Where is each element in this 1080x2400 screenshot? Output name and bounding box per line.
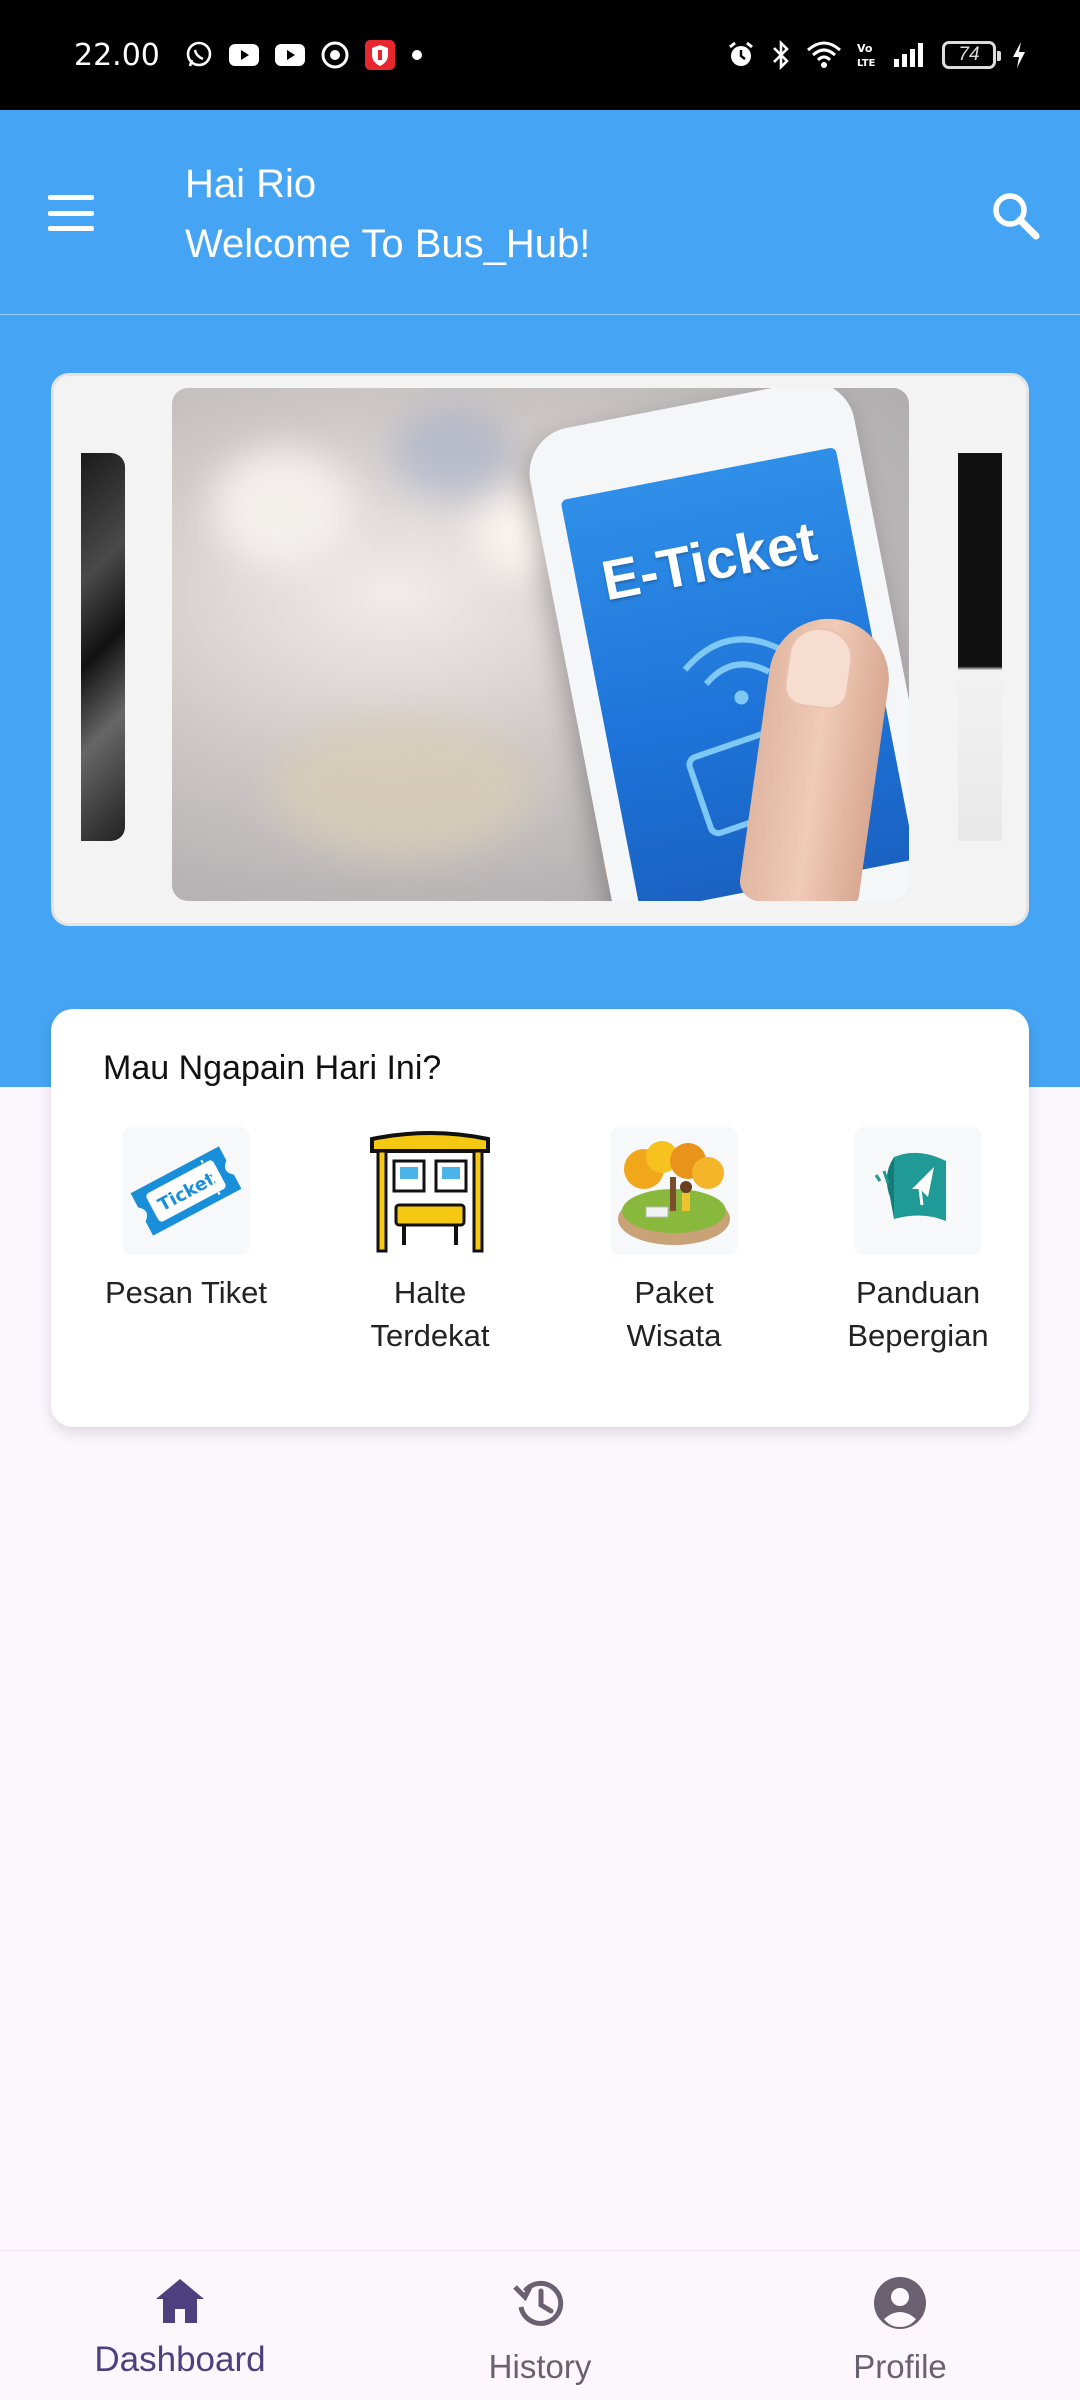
signal-icon	[892, 41, 928, 69]
tour-package-icon	[610, 1127, 738, 1255]
charging-icon	[1010, 40, 1028, 70]
option-panduan-bepergian[interactable]: Panduan Bepergian	[823, 1127, 1013, 1357]
search-icon[interactable]	[988, 188, 1044, 244]
app-bar: Hai Rio Welcome To Bus_Hub!	[0, 110, 1080, 315]
nav-label: Profile	[853, 2348, 947, 2385]
bottom-navigation: Dashboard History Profile	[0, 2250, 1080, 2400]
status-time: 22.00	[74, 37, 160, 73]
option-label: Paket Wisata	[626, 1275, 722, 1353]
carousel-current-slide[interactable]: E-Ticket	[172, 388, 909, 901]
status-bar: 22.00 Vo LTE 74	[0, 0, 1080, 110]
whatsapp-icon	[184, 40, 214, 70]
home-icon	[152, 2275, 208, 2332]
account-circle-icon	[872, 2275, 928, 2336]
travel-guide-icon	[854, 1127, 982, 1255]
option-halte-terdekat[interactable]: Halte Terdekat	[335, 1127, 525, 1357]
shield-app-icon	[364, 39, 396, 71]
app-icon	[320, 40, 350, 70]
welcome-text: Welcome To Bus_Hub!	[185, 222, 591, 266]
promo-carousel[interactable]: E-Ticket	[51, 373, 1029, 926]
option-label: Halte Terdekat	[370, 1275, 490, 1353]
option-paket-wisata[interactable]: Paket Wisata	[579, 1127, 769, 1357]
option-label: Panduan Bepergian	[847, 1275, 989, 1353]
nav-history[interactable]: History	[360, 2251, 720, 2400]
services-card: Mau Ngapain Hari Ini? Ticket Pesan Tiket	[51, 1009, 1029, 1427]
services-title: Mau Ngapain Hari Ini?	[103, 1049, 442, 1087]
greeting: Hai Rio Welcome To Bus_Hub!	[185, 154, 590, 274]
option-pesan-tiket[interactable]: Ticket Pesan Tiket	[91, 1127, 281, 1314]
hamburger-menu-icon[interactable]	[48, 195, 94, 231]
volte-icon: Vo LTE	[856, 40, 878, 70]
youtube-icon	[228, 42, 260, 68]
bluetooth-icon	[770, 39, 792, 71]
option-label: Pesan Tiket	[105, 1275, 267, 1310]
youtube-icon	[274, 42, 306, 68]
nav-profile[interactable]: Profile	[720, 2251, 1080, 2400]
carousel-next-slide[interactable]	[958, 453, 1002, 841]
nav-label: Dashboard	[94, 2340, 266, 2379]
nav-label: History	[488, 2348, 592, 2385]
svg-text:LTE: LTE	[857, 58, 876, 69]
greeting-name: Hai Rio	[185, 162, 317, 206]
eticket-text: E-Ticket	[596, 509, 822, 613]
history-icon	[511, 2275, 569, 2336]
battery-icon: 74	[942, 41, 1001, 69]
ticket-icon: Ticket	[122, 1127, 250, 1255]
carousel-prev-slide[interactable]	[81, 453, 125, 841]
alarm-icon	[726, 40, 756, 70]
nav-dashboard[interactable]: Dashboard	[0, 2251, 360, 2400]
wifi-icon	[806, 40, 842, 70]
status-right: Vo LTE 74	[726, 39, 1028, 71]
status-left: 22.00	[74, 38, 424, 73]
bus-stop-icon	[366, 1127, 494, 1255]
dot-icon	[410, 48, 424, 62]
svg-text:Vo: Vo	[857, 42, 873, 55]
